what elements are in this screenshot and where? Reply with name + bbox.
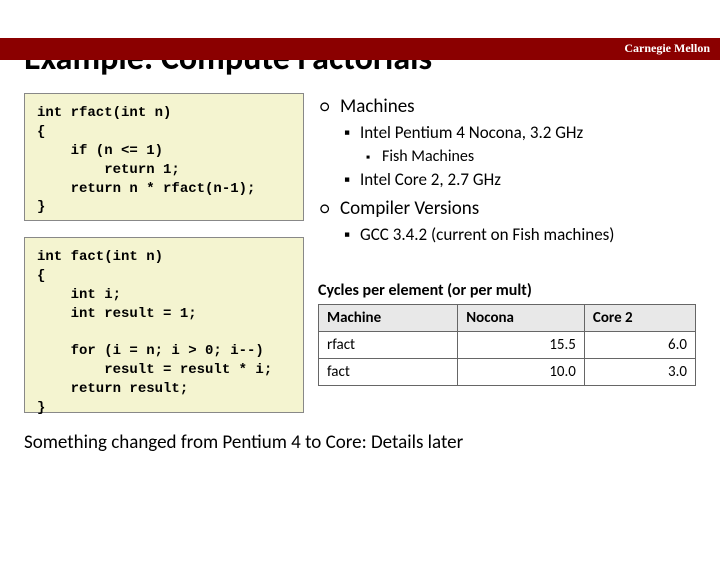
th-core2: Core 2: [584, 305, 695, 332]
header-bar: Carnegie Mellon: [0, 38, 720, 60]
bullet-compiler: Compiler Versions GCC 3.4.2 (current on …: [318, 195, 696, 247]
th-machine: Machine: [319, 305, 458, 332]
cell-core2: 6.0: [584, 332, 695, 359]
code-rfact: int rfact(int n) { if (n <= 1) return 1;…: [24, 93, 304, 221]
bullet-fish: Fish Machines: [318, 145, 696, 168]
table-caption: Cycles per element (or per mult): [318, 281, 696, 300]
table-header-row: Machine Nocona Core 2: [319, 305, 696, 332]
info-column: Machines Intel Pentium 4 Nocona, 3.2 GHz…: [318, 93, 696, 413]
cell-nocona: 15.5: [458, 332, 585, 359]
bullet-machines: Machines Intel Pentium 4 Nocona, 3.2 GHz…: [318, 93, 696, 193]
cycles-table: Machine Nocona Core 2 rfact 15.5 6.0 fac…: [318, 304, 696, 386]
code-fact: int fact(int n) { int i; int result = 1;…: [24, 237, 304, 413]
table-row: rfact 15.5 6.0: [319, 332, 696, 359]
code-column: int rfact(int n) { if (n <= 1) return 1;…: [24, 93, 304, 413]
cell-name: fact: [319, 359, 458, 386]
cell-name: rfact: [319, 332, 458, 359]
cell-core2: 3.0: [584, 359, 695, 386]
brand-label: Carnegie Mellon: [624, 41, 710, 56]
table-row: fact 10.0 3.0: [319, 359, 696, 386]
th-nocona: Nocona: [458, 305, 585, 332]
footer-note: Something changed from Pentium 4 to Core…: [24, 431, 696, 454]
bullet-gcc: GCC 3.4.2 (current on Fish machines): [318, 223, 696, 248]
content-area: int rfact(int n) { if (n <= 1) return 1;…: [24, 93, 696, 413]
bullet-list: Machines Intel Pentium 4 Nocona, 3.2 GHz…: [318, 93, 696, 247]
cell-nocona: 10.0: [458, 359, 585, 386]
bullet-p4: Intel Pentium 4 Nocona, 3.2 GHz Fish Mac…: [318, 121, 696, 169]
bullet-core2: Intel Core 2, 2.7 GHz: [318, 168, 696, 193]
